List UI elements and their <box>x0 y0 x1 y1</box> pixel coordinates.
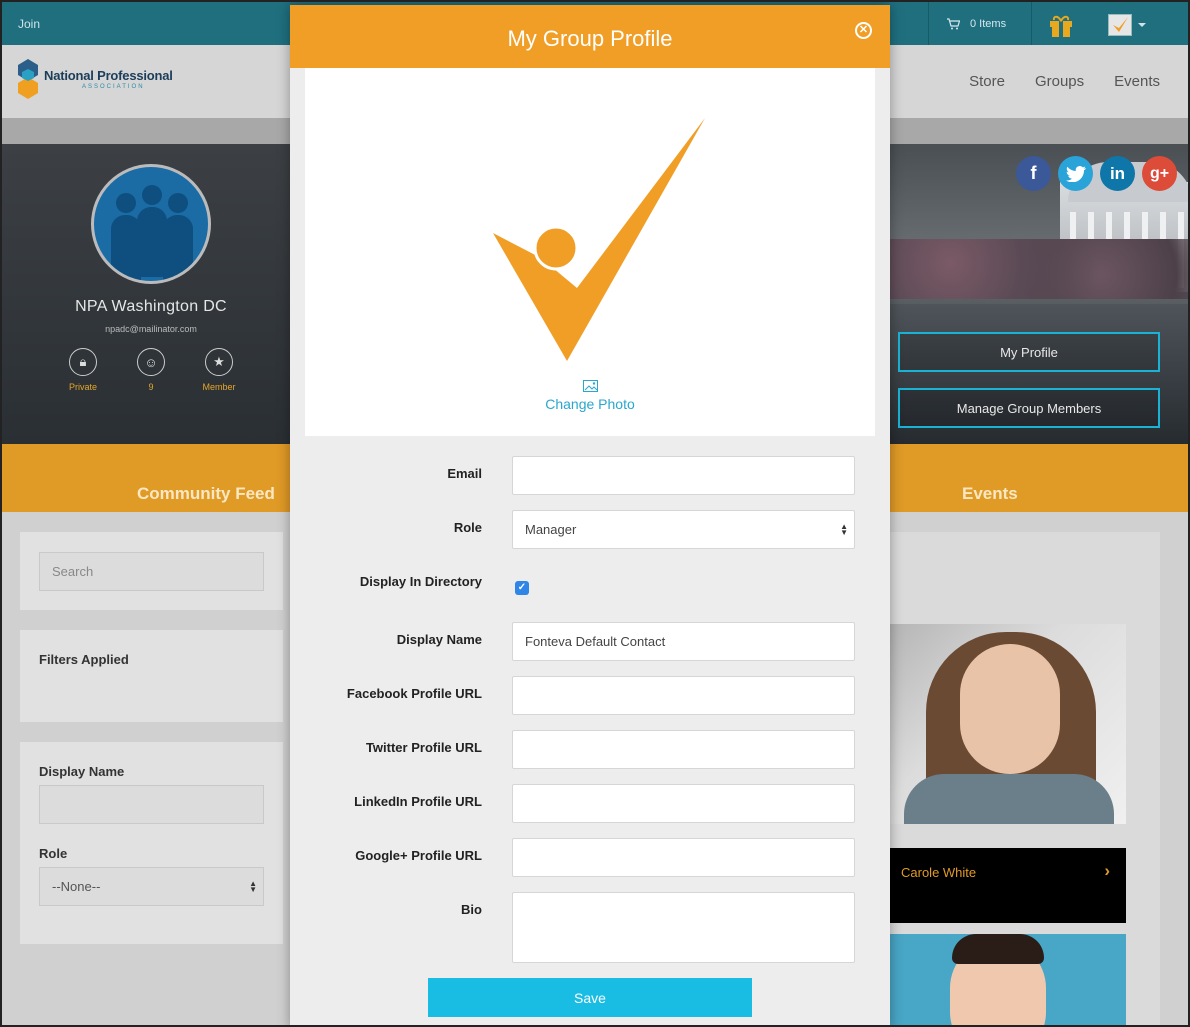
nav-item-events[interactable]: Events <box>1114 73 1160 90</box>
email-label: Email <box>447 466 482 481</box>
facebook-icon[interactable]: f <box>1016 156 1051 191</box>
app-window: Join 0 Items National Professional ASSOC… <box>0 0 1190 1027</box>
tab-community-feed[interactable]: Community Feed <box>137 484 275 504</box>
profile-photo-area: Change Photo <box>305 68 875 436</box>
role-filter-value: --None-- <box>52 879 101 894</box>
member-card-footer[interactable]: Carole White › <box>890 848 1126 923</box>
select-arrows-icon: ▲ ▼ <box>249 879 257 894</box>
googleplus-url-label: Google+ Profile URL <box>355 848 482 863</box>
brand-logo[interactable]: National Professional ASSOCIATION <box>18 59 173 99</box>
twitter-url-field[interactable] <box>512 730 855 769</box>
stat-privacy: 🔒︎ Private <box>63 348 103 392</box>
nav-links: Store Groups Events <box>969 73 1160 90</box>
twitter-icon[interactable] <box>1058 156 1093 191</box>
bio-label: Bio <box>461 902 482 917</box>
email-field[interactable] <box>512 456 855 495</box>
facebook-url-field[interactable] <box>512 676 855 715</box>
nav-item-store[interactable]: Store <box>969 73 1005 90</box>
stat-membership-label: Member <box>202 382 236 392</box>
member-photo[interactable] <box>890 934 1126 1025</box>
chevron-right-icon[interactable]: › <box>1104 861 1110 881</box>
group-email: npadc@mailinator.com <box>105 324 197 334</box>
checkmark-person-logo-icon <box>493 118 705 361</box>
linkedin-url-field[interactable] <box>512 784 855 823</box>
account-avatar[interactable] <box>1108 14 1132 36</box>
twitter-url-label: Twitter Profile URL <box>365 740 482 755</box>
social-links: f in g+ <box>1016 156 1177 191</box>
modal-header: My Group Profile ✕ <box>290 5 890 68</box>
my-profile-button[interactable]: My Profile <box>898 332 1160 372</box>
search-panel: Search <box>20 532 283 610</box>
role-value: Manager <box>525 522 577 537</box>
save-button[interactable]: Save <box>428 978 752 1017</box>
linkedin-url-label: LinkedIn Profile URL <box>354 794 482 809</box>
close-icon[interactable]: ✕ <box>855 22 872 39</box>
member-photo[interactable] <box>890 624 1126 824</box>
bio-textarea[interactable] <box>512 892 855 963</box>
change-photo-label: Change Photo <box>545 396 635 412</box>
member-name[interactable]: Carole White <box>901 865 976 880</box>
display-name-field[interactable]: Fonteva Default Contact <box>512 622 855 661</box>
checkmark-logo-icon <box>1113 17 1128 32</box>
cart-button[interactable]: 0 Items <box>928 2 1032 45</box>
npa-logo-icon <box>18 59 38 99</box>
display-name-label: Display Name <box>396 632 482 647</box>
role-filter-select[interactable]: --None-- ▲ ▼ <box>39 867 264 906</box>
stat-members-count: 9 <box>148 382 154 392</box>
facebook-url-label: Facebook Profile URL <box>346 686 482 701</box>
googleplus-url-field[interactable] <box>512 838 855 877</box>
google-plus-icon[interactable]: g+ <box>1142 156 1177 191</box>
display-in-directory-label: Display In Directory <box>359 574 482 589</box>
display-name-filter-input[interactable] <box>39 785 264 824</box>
role-label: Role <box>453 520 482 535</box>
brand-tagline: ASSOCIATION <box>82 83 145 90</box>
stat-privacy-label: Private <box>68 382 97 392</box>
user-icon: ☺︎ <box>137 348 165 376</box>
tab-events[interactable]: Events <box>962 484 1018 504</box>
filters-title: Filters Applied <box>39 652 129 667</box>
group-avatar <box>91 164 211 284</box>
cart-icon <box>947 17 960 29</box>
lock-icon: 🔒︎ <box>69 348 97 376</box>
linkedin-icon[interactable]: in <box>1100 156 1135 191</box>
display-in-directory-checkbox[interactable]: ✓ <box>515 581 529 595</box>
gift-icon[interactable] <box>1048 12 1074 38</box>
group-profile-modal: My Group Profile ✕ Change Photo Email Ro… <box>290 5 890 1025</box>
select-arrows-icon: ▲ ▼ <box>840 522 848 537</box>
join-link[interactable]: Join <box>18 17 40 31</box>
role-select[interactable]: Manager ▲ ▼ <box>512 510 855 549</box>
image-icon <box>582 380 598 392</box>
display-name-filter-label: Display Name <box>39 764 125 779</box>
filters-panel: Filters Applied <box>20 630 283 722</box>
change-photo-link[interactable]: Change Photo <box>305 380 875 412</box>
filter-form-panel: Display Name Role --None-- ▲ ▼ <box>20 742 283 944</box>
role-filter-label: Role <box>39 846 68 861</box>
modal-title: My Group Profile <box>507 26 673 51</box>
search-input[interactable]: Search <box>39 552 264 591</box>
manage-group-members-button[interactable]: Manage Group Members <box>898 388 1160 428</box>
group-name: NPA Washington DC <box>75 298 227 315</box>
chevron-down-icon[interactable] <box>1138 23 1146 27</box>
group-profile-card: NPA Washington DC npadc@mailinator.com 🔒… <box>2 144 290 444</box>
star-icon: ★ <box>205 348 233 376</box>
stat-membership: ★ Member <box>199 348 239 392</box>
stat-members: ☺︎ 9 <box>131 348 171 392</box>
brand-name: National Professional <box>44 67 173 83</box>
cart-count: 0 Items <box>970 17 1007 30</box>
nav-item-groups[interactable]: Groups <box>1035 73 1084 90</box>
